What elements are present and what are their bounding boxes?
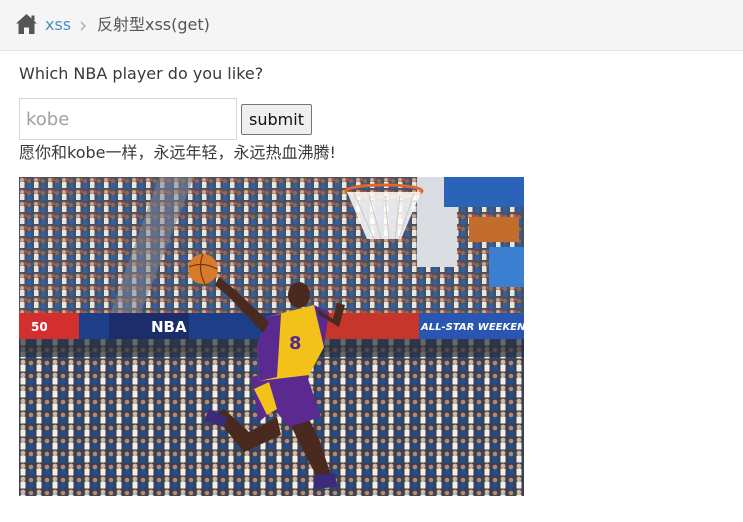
home-icon[interactable] (15, 13, 38, 35)
banner-allstar-text: ALL-STAR WEEKEND (420, 322, 524, 333)
banner-small-text: 50 (31, 320, 48, 334)
question-label: Which NBA player do you like? (19, 64, 264, 83)
chevron-right-icon (80, 21, 87, 31)
result-message: 愿你和kobe一样，永远年轻，永远热血沸腾! (19, 143, 336, 162)
kobe-dunk-photo: 50 NBA ALL-STAR WEEKEND 8 (19, 177, 524, 496)
submit-button[interactable]: submit (241, 104, 312, 135)
jersey-number-text: 8 (289, 333, 302, 354)
player-name-input[interactable] (19, 98, 237, 140)
breadcrumb: xss 反射型xss(get) (0, 0, 743, 51)
breadcrumb-link-xss[interactable]: xss (45, 15, 71, 35)
breadcrumb-current: 反射型xss(get) (97, 15, 210, 34)
banner-nba-text: NBA (151, 318, 187, 336)
